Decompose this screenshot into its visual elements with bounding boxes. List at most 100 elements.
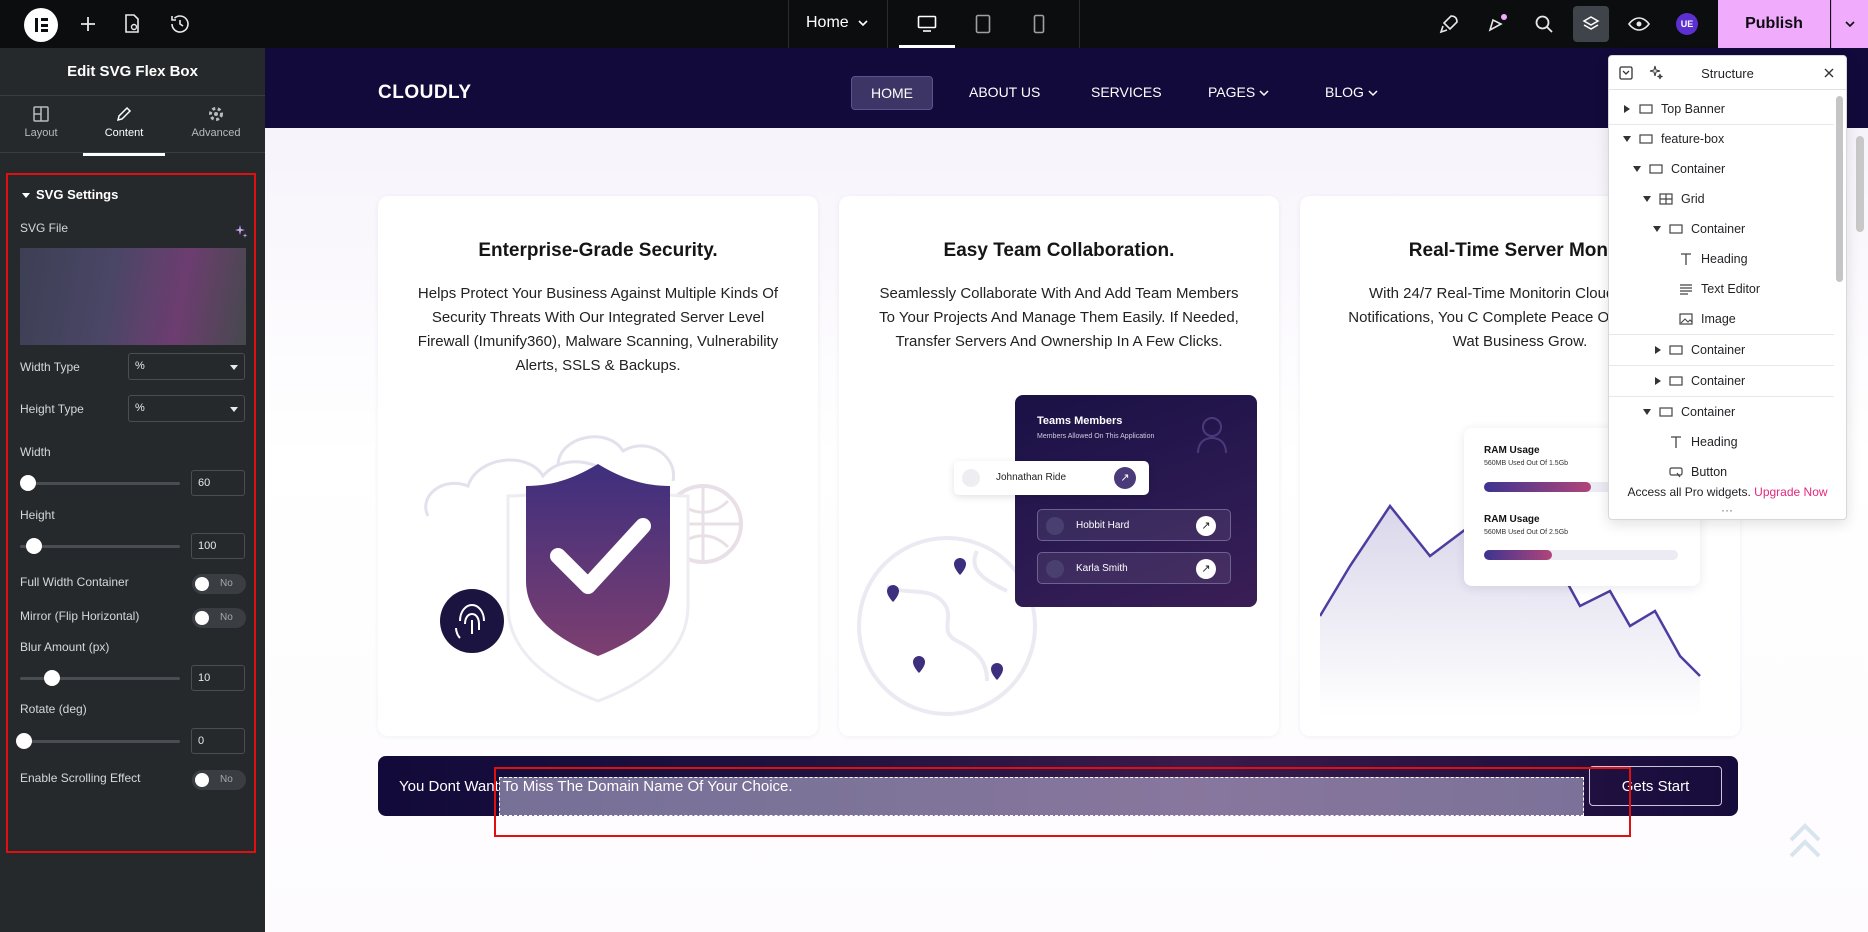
nav-services[interactable]: SERVICES bbox=[1091, 84, 1162, 100]
height-slider[interactable] bbox=[20, 538, 180, 554]
nav-home[interactable]: HOME bbox=[851, 76, 933, 110]
card-title: Enterprise-Grade Security. bbox=[478, 240, 718, 261]
tab-advanced[interactable]: Advanced bbox=[175, 105, 257, 151]
structure-scrollbar[interactable] bbox=[1836, 96, 1843, 282]
canvas-scrollbar[interactable] bbox=[1856, 136, 1864, 232]
row-label: Container bbox=[1691, 343, 1746, 357]
slider-handle[interactable] bbox=[16, 733, 32, 749]
site-logo[interactable]: CLOUDLY bbox=[378, 82, 472, 104]
feature-card-security[interactable]: Enterprise-Grade Security. Helps Protect… bbox=[378, 196, 818, 736]
history-icon[interactable] bbox=[168, 12, 192, 36]
avatar[interactable]: UE bbox=[1676, 13, 1698, 35]
tablet-view-icon[interactable] bbox=[955, 0, 1011, 48]
structure-row-container[interactable]: Container bbox=[1609, 154, 1834, 184]
section-toggle[interactable]: SVG Settings bbox=[22, 187, 118, 202]
full-width-label: Full Width Container bbox=[20, 575, 129, 589]
arrow-up-right-icon[interactable]: ↗ bbox=[1196, 516, 1216, 536]
row-label: feature-box bbox=[1661, 132, 1725, 146]
slider-handle[interactable] bbox=[20, 475, 36, 491]
full-width-toggle[interactable]: No bbox=[192, 574, 246, 594]
caret-down-icon[interactable] bbox=[1623, 136, 1631, 142]
nav-pages[interactable]: PAGES bbox=[1208, 84, 1269, 100]
caret-right-icon[interactable] bbox=[1624, 105, 1630, 113]
preview-eye-icon[interactable] bbox=[1627, 12, 1651, 36]
structure-row-container[interactable]: Container bbox=[1609, 366, 1834, 396]
row-label: Container bbox=[1671, 162, 1726, 176]
svg-file-preview[interactable] bbox=[20, 248, 246, 345]
mirror-toggle[interactable]: No bbox=[192, 608, 246, 628]
structure-row-button[interactable]: Button bbox=[1609, 457, 1834, 479]
nav-about[interactable]: ABOUT US bbox=[969, 84, 1040, 100]
nav-blog[interactable]: BLOG bbox=[1325, 84, 1378, 100]
height-type-label: Height Type bbox=[20, 402, 84, 416]
structure-row-container[interactable]: Container bbox=[1609, 214, 1834, 244]
user-outline-icon bbox=[1197, 417, 1227, 454]
notifications-icon[interactable] bbox=[1485, 12, 1509, 36]
search-icon[interactable] bbox=[1532, 12, 1556, 36]
tab-label: Advanced bbox=[191, 127, 241, 139]
structure-layers-icon[interactable] bbox=[1573, 6, 1609, 42]
caret-down-icon[interactable] bbox=[1643, 196, 1651, 202]
structure-row-container[interactable]: Container bbox=[1609, 335, 1834, 365]
caret-down-icon bbox=[22, 193, 30, 199]
selected-element-outline bbox=[494, 767, 1631, 837]
feature-card-collaboration[interactable]: Easy Team Collaboration. Seamlessly Coll… bbox=[839, 196, 1279, 736]
globe-illustration bbox=[857, 536, 1037, 716]
scrolling-effect-toggle[interactable]: No bbox=[192, 770, 246, 790]
height-label: Height bbox=[20, 508, 55, 522]
card-text: Seamlessly Collaborate With And Add Team… bbox=[879, 285, 1239, 350]
width-label: Width bbox=[20, 445, 51, 459]
structure-row-heading[interactable]: Heading bbox=[1609, 244, 1834, 274]
slider-handle[interactable] bbox=[26, 538, 42, 554]
caret-down-icon[interactable] bbox=[1633, 166, 1641, 172]
structure-row-image[interactable]: Image bbox=[1609, 304, 1834, 334]
page-settings-icon[interactable] bbox=[120, 12, 144, 36]
chevron-down-icon[interactable] bbox=[856, 16, 870, 30]
row-label: Container bbox=[1691, 222, 1746, 236]
structure-row-grid[interactable]: Grid bbox=[1609, 184, 1834, 214]
structure-row-text-editor[interactable]: Text Editor bbox=[1609, 274, 1834, 304]
editor-panel: Edit SVG Flex Box Layout Content Advance… bbox=[0, 48, 265, 932]
member-chip: Johnathan Ride ↗ bbox=[954, 461, 1149, 495]
blur-input[interactable]: 10 bbox=[191, 665, 245, 691]
security-shield-illustration bbox=[424, 435, 743, 703]
resize-handle-icon[interactable]: ··· bbox=[1721, 503, 1733, 517]
rocket-icon[interactable] bbox=[1437, 12, 1461, 36]
upgrade-now-link[interactable]: Upgrade Now bbox=[1754, 485, 1827, 499]
ai-sparkle-icon[interactable] bbox=[234, 224, 248, 238]
width-slider[interactable] bbox=[20, 475, 180, 491]
caret-down-icon[interactable] bbox=[1643, 409, 1651, 415]
mobile-view-icon[interactable] bbox=[1011, 0, 1067, 48]
elementor-logo-icon[interactable] bbox=[24, 8, 58, 42]
height-type-select[interactable]: % bbox=[128, 395, 245, 422]
scroll-to-top-icon[interactable] bbox=[1785, 818, 1825, 868]
toggle-state: No bbox=[220, 774, 233, 785]
desktop-view-icon[interactable] bbox=[899, 0, 955, 48]
slider-handle[interactable] bbox=[44, 670, 60, 686]
width-type-select[interactable]: % bbox=[128, 353, 245, 380]
row-label: Button bbox=[1691, 465, 1728, 479]
tab-content[interactable]: Content bbox=[83, 105, 165, 156]
arrow-up-right-icon[interactable]: ↗ bbox=[1114, 467, 1136, 489]
structure-row-container[interactable]: Container bbox=[1609, 397, 1834, 427]
arrow-up-right-icon[interactable]: ↗ bbox=[1196, 559, 1216, 579]
structure-row-top-banner[interactable]: Top Banner bbox=[1609, 94, 1834, 124]
blur-slider[interactable] bbox=[20, 670, 180, 686]
add-element-icon[interactable] bbox=[76, 12, 100, 36]
structure-row-feature-box[interactable]: feature-box bbox=[1609, 124, 1834, 154]
rotate-slider[interactable] bbox=[16, 733, 180, 749]
structure-row-heading[interactable]: Heading bbox=[1609, 427, 1834, 457]
width-input[interactable]: 60 bbox=[191, 470, 245, 496]
tab-layout[interactable]: Layout bbox=[0, 105, 82, 151]
caret-down-icon[interactable] bbox=[1653, 226, 1661, 232]
svg-file-label: SVG File bbox=[20, 221, 69, 235]
close-icon[interactable] bbox=[1824, 68, 1834, 78]
publish-button[interactable]: Publish bbox=[1718, 0, 1830, 48]
publish-options-chevron-icon[interactable] bbox=[1831, 0, 1868, 48]
caret-right-icon[interactable] bbox=[1655, 346, 1661, 354]
page-selector[interactable]: Home bbox=[806, 14, 849, 32]
caret-right-icon[interactable] bbox=[1655, 377, 1661, 385]
rotate-input[interactable]: 0 bbox=[191, 728, 245, 754]
height-input[interactable]: 100 bbox=[191, 533, 245, 559]
row-label: Top Banner bbox=[1661, 102, 1725, 116]
